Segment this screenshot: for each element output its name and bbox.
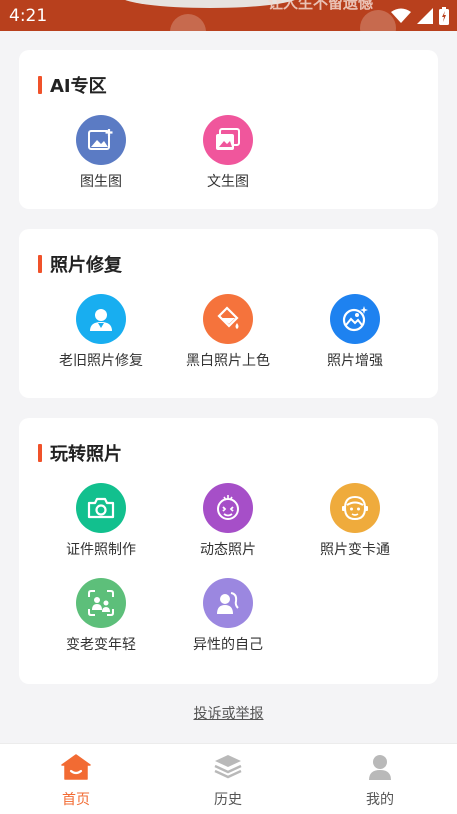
signal-icon (417, 8, 433, 28)
user-icon (340, 753, 420, 785)
tab-mine[interactable]: 我的 (340, 753, 420, 809)
feature-old-photo-repair[interactable]: 老旧照片修复 (31, 294, 171, 370)
tab-label: 历史 (214, 792, 242, 808)
image-plus-icon (76, 115, 126, 165)
feature-label: 照片增强 (327, 353, 383, 369)
tab-label: 我的 (366, 792, 394, 808)
bottom-tab-bar: 首页 历史 我的 (0, 743, 457, 814)
section-title-text: 照片修复 (50, 255, 122, 276)
feature-label: 黑白照片上色 (186, 353, 270, 369)
home-icon (36, 753, 116, 785)
banner-cloud (170, 14, 206, 31)
tab-history[interactable]: 历史 (188, 753, 268, 809)
person-portrait-icon (76, 294, 126, 344)
feature-id-photo[interactable]: 证件照制作 (31, 483, 171, 559)
feature-label: 异性的自己 (193, 637, 263, 653)
section-play-photos: 玩转照片 证件照制作 动态照片 照片变卡通 变老变年轻 异性的自己 (19, 418, 438, 684)
section-title-text: AI专区 (50, 76, 107, 97)
complaint-link[interactable]: 投诉或举报 (0, 703, 457, 723)
feature-label: 证件照制作 (66, 542, 136, 558)
status-bar: 让人生不留遗憾 4:21 (0, 0, 457, 31)
section-title: 玩转照片 (38, 440, 122, 466)
feature-label: 老旧照片修复 (59, 353, 143, 369)
animated-face-icon (203, 483, 253, 533)
tab-label: 首页 (62, 792, 90, 808)
paint-bucket-icon (203, 294, 253, 344)
section-ai: AI专区 图生图 文生图 (19, 50, 438, 209)
feature-label: 文生图 (207, 174, 249, 190)
battery-icon (439, 7, 449, 29)
banner-text: 让人生不留遗憾 (268, 0, 374, 12)
face-scan-icon (76, 578, 126, 628)
title-accent-bar (38, 76, 42, 94)
sparkle-image-icon (330, 294, 380, 344)
title-accent-bar (38, 444, 42, 462)
tab-home[interactable]: 首页 (36, 753, 116, 809)
feature-photo-enhance[interactable]: 照片增强 (285, 294, 425, 370)
feature-animated-photo[interactable]: 动态照片 (158, 483, 298, 559)
section-photo-repair: 照片修复 老旧照片修复 黑白照片上色 照片增强 (19, 229, 438, 398)
cartoon-face-icon (330, 483, 380, 533)
feature-gender-swap[interactable]: 异性的自己 (158, 578, 298, 654)
section-title: 照片修复 (38, 251, 122, 277)
camera-icon (76, 483, 126, 533)
feature-image-to-image[interactable]: 图生图 (31, 115, 171, 191)
feature-label: 变老变年轻 (66, 637, 136, 653)
feature-colorize[interactable]: 黑白照片上色 (158, 294, 298, 370)
feature-label: 动态照片 (200, 542, 256, 558)
section-title-text: 玩转照片 (50, 444, 122, 465)
title-accent-bar (38, 255, 42, 273)
status-icons (391, 7, 449, 29)
feature-label: 照片变卡通 (320, 542, 390, 558)
layers-icon (188, 753, 268, 785)
status-time: 4:21 (9, 6, 48, 26)
gender-swap-icon (203, 578, 253, 628)
feature-photo-to-cartoon[interactable]: 照片变卡通 (285, 483, 425, 559)
wifi-icon (391, 8, 411, 28)
feature-age-change[interactable]: 变老变年轻 (31, 578, 171, 654)
section-title: AI专区 (38, 72, 107, 98)
feature-text-to-image[interactable]: 文生图 (158, 115, 298, 191)
photo-gallery-icon (203, 115, 253, 165)
feature-label: 图生图 (80, 174, 122, 190)
